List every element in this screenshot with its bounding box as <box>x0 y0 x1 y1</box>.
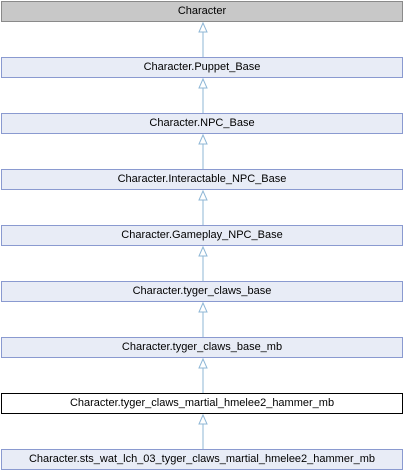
node-label: Character <box>177 5 227 17</box>
node-current-class: Character.tyger_claws_martial_hmelee2_ha… <box>1 393 403 414</box>
inheritance-arrowhead <box>198 133 208 145</box>
node-puppet-base[interactable]: Character.Puppet_Base <box>1 57 403 78</box>
node-npc-base[interactable]: Character.NPC_Base <box>1 113 403 134</box>
inheritance-arrowhead <box>198 301 208 313</box>
node-label: Character.Puppet_Base <box>143 61 261 73</box>
node-label: Character.sts_wat_lch_03_tyger_claws_mar… <box>28 453 376 465</box>
inheritance-arrowhead <box>198 77 208 89</box>
inheritance-arrowhead <box>198 413 208 425</box>
node-tyger-claws-base-mb[interactable]: Character.tyger_claws_base_mb <box>1 337 403 358</box>
node-gameplay-npc-base[interactable]: Character.Gameplay_NPC_Base <box>1 225 403 246</box>
node-label: Character.NPC_Base <box>149 117 255 129</box>
node-label: Character.tyger_claws_martial_hmelee2_ha… <box>69 397 335 409</box>
node-label: Character.Interactable_NPC_Base <box>117 173 287 185</box>
inheritance-arrowhead <box>198 357 208 369</box>
node-tyger-claws-base[interactable]: Character.tyger_claws_base <box>1 281 403 302</box>
inheritance-arrowhead <box>198 189 208 201</box>
node-derived-class[interactable]: Character.sts_wat_lch_03_tyger_claws_mar… <box>1 449 403 470</box>
node-label: Character.Gameplay_NPC_Base <box>121 229 283 241</box>
inheritance-arrowhead <box>198 245 208 257</box>
node-label: Character.tyger_claws_base_mb <box>121 341 283 353</box>
node-character[interactable]: Character <box>1 1 403 22</box>
inheritance-arrowhead <box>198 21 208 33</box>
node-label: Character.tyger_claws_base <box>132 285 272 297</box>
inheritance-diagram: Character Character.Puppet_Base Characte… <box>0 0 406 472</box>
node-interactable-npc-base[interactable]: Character.Interactable_NPC_Base <box>1 169 403 190</box>
